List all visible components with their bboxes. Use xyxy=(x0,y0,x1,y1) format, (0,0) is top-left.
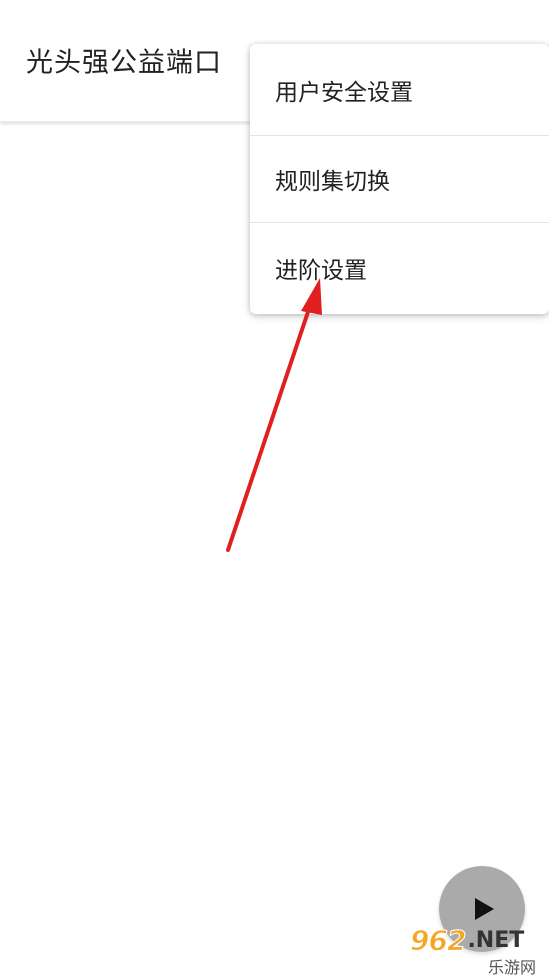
watermark-subtitle: 乐游网 xyxy=(488,958,537,977)
watermark-number: 962 xyxy=(409,923,466,957)
overflow-menu: 用户安全设置 规则集切换 进阶设置 xyxy=(250,44,549,314)
menu-item-ruleset-switch[interactable]: 规则集切换 xyxy=(250,135,549,222)
annotation-arrow-shaft xyxy=(226,298,314,552)
play-icon xyxy=(475,898,494,920)
watermark-logo: 962 .NET 乐游网 xyxy=(409,923,549,977)
menu-item-label: 用户安全设置 xyxy=(275,79,413,106)
app-title: 光头强公益端口 xyxy=(26,47,222,79)
watermark-suffix: .NET xyxy=(467,927,525,953)
menu-item-label: 进阶设置 xyxy=(275,258,367,284)
menu-item-user-security-settings[interactable]: 用户安全设置 xyxy=(250,44,549,135)
menu-item-label: 规则集切换 xyxy=(275,168,390,195)
menu-item-advanced-settings[interactable]: 进阶设置 xyxy=(250,222,549,314)
